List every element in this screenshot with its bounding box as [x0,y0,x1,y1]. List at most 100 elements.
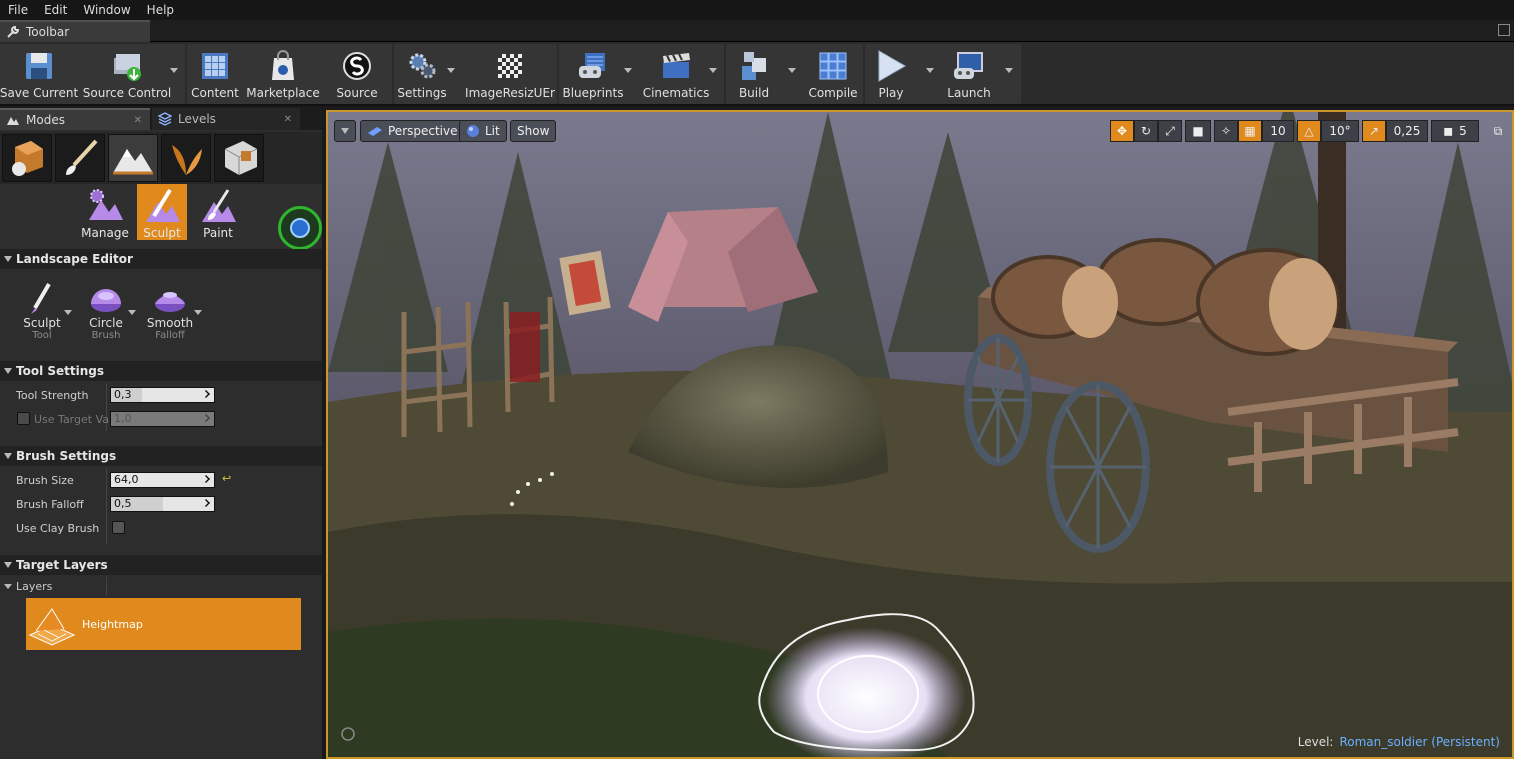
brush-settings-header[interactable]: Brush Settings [0,446,322,466]
paint-mode-tab-button[interactable]: Paint [193,184,243,240]
level-viewport[interactable]: Perspective Lit Show ✥ ↻ ⤢ ■ ✧ ▦ 10 △ 10… [326,110,1514,759]
cursor-highlight-indicator [278,206,322,250]
lit-sphere-icon [467,125,479,137]
translate-mode-button[interactable]: ✥ [1110,120,1134,142]
lit-button[interactable]: Lit [459,120,507,142]
source-control-dropdown-icon[interactable] [170,68,178,73]
settings-dropdown-icon[interactable] [447,68,455,73]
compile-button[interactable]: Compile [807,44,859,100]
collapse-arrow-icon [4,453,12,459]
collapse-arrow-icon [4,562,12,568]
collapse-arrow-icon [4,256,12,262]
tool-selector-sculpt[interactable]: Sculpt Tool [12,282,72,354]
scale-snap-toggle[interactable]: ↗ [1362,120,1386,142]
landscape-mode-button[interactable] [108,134,158,182]
circle-brush-icon [91,289,121,312]
rotate-icon: ↻ [1140,124,1152,138]
expand-arrow-icon [202,414,210,422]
use-clay-brush-checkbox[interactable] [112,521,125,534]
surface-snap-button[interactable]: ✧ [1214,120,1238,142]
launch-icon [954,52,983,79]
build-dropdown-icon[interactable] [788,68,796,73]
tab-levels-label: Levels [178,112,216,126]
brush-size-field[interactable]: 64,0 [110,472,215,488]
column-divider [106,577,107,595]
tool-settings-header[interactable]: Tool Settings [0,361,322,381]
source-code-icon [343,52,371,80]
content-button[interactable]: Content [190,44,240,100]
source-control-icon [114,54,141,81]
expand-arrow-icon [202,475,210,483]
viewport-options-button[interactable] [334,120,356,142]
target-layers-header[interactable]: Target Layers [0,555,322,575]
place-mode-button[interactable] [2,134,52,182]
image-resizuer-button[interactable]: ImageResizUEr [465,44,555,100]
toolbar-tab[interactable]: Toolbar [0,20,150,42]
show-button[interactable]: Show [510,120,557,142]
scale-arrow-icon: ↗ [1368,124,1380,138]
sculpt-mode-button[interactable]: Sculpt [137,184,187,240]
brush-size-label: Brush Size [16,474,74,487]
rotation-snap-toggle[interactable]: △ [1297,120,1321,142]
scale-snap-value[interactable]: 0,25 [1386,120,1428,142]
geometry-mode-button[interactable] [214,134,264,182]
marketplace-button[interactable]: Marketplace [246,44,320,100]
source-button[interactable]: Source [331,44,383,100]
menu-window[interactable]: Window [75,3,138,17]
cursor-icon [290,218,310,238]
close-icon[interactable]: ✕ [284,114,292,125]
blueprints-dropdown-icon[interactable] [624,68,632,73]
tool-selector-brush[interactable]: Circle Brush [76,282,136,354]
heightmap-layer[interactable]: Heightmap [26,598,301,650]
brush-falloff-field[interactable]: 0,5 [110,496,215,512]
tool-selector-falloff[interactable]: Smooth Falloff [140,282,200,354]
restore-window-icon[interactable] [1498,24,1510,36]
paint-mode-button[interactable] [55,134,105,182]
coordinate-space-button[interactable]: ■ [1185,120,1211,142]
layers-label: Layers [16,579,53,593]
save-current-button[interactable]: Save Current [0,44,78,100]
blueprints-button[interactable]: Blueprints [562,44,624,100]
viewport-scene[interactable] [328,112,1512,757]
tool-strength-field[interactable]: 0,3 [110,387,215,403]
grid-snap-toggle[interactable]: ▦ [1238,120,1262,142]
play-button[interactable]: Play [868,44,914,100]
rotation-snap-value[interactable]: 10° [1321,120,1359,142]
use-target-checkbox[interactable] [17,412,30,425]
layers-subheader[interactable]: Layers [0,577,322,595]
play-dropdown-icon[interactable] [926,68,934,73]
menu-file[interactable]: File [0,3,36,17]
tab-levels[interactable]: Levels ✕ [152,108,300,130]
cinematics-dropdown-icon[interactable] [709,68,717,73]
perspective-button[interactable]: Perspective [360,120,465,142]
tab-modes[interactable]: Modes ✕ [0,108,150,130]
source-control-button[interactable]: Source Control [83,44,171,100]
foliage-mode-button[interactable] [161,134,211,182]
modes-panel: Modes ✕ Levels ✕ Manage Sculpt Paint Lan… [0,108,322,759]
menu-help[interactable]: Help [139,3,182,17]
scale-mode-button[interactable]: ⤢ [1158,120,1182,142]
landscape-mode-icon [113,149,153,175]
brush-dropdown-icon[interactable] [128,310,136,315]
editor-modes-bar [0,132,322,184]
grid-snap-value[interactable]: 10 [1262,120,1294,142]
level-label: Level: [1297,735,1334,749]
launch-dropdown-icon[interactable] [1005,68,1013,73]
manage-mode-button[interactable]: Manage [80,184,130,240]
transform-toolbar: ✥ ↻ ⤢ ■ ✧ ▦ 10 △ 10° ↗ 0,25 ◼ 5 ⧉ [1110,120,1509,142]
build-button[interactable]: Build [730,44,778,100]
sculpt-tool-dropdown-icon[interactable] [64,310,72,315]
launch-button[interactable]: Launch [944,44,994,100]
maximize-viewport-button[interactable]: ⧉ [1487,120,1509,142]
close-icon[interactable]: ✕ [134,115,142,126]
menu-edit[interactable]: Edit [36,3,75,17]
falloff-dropdown-icon[interactable] [194,310,202,315]
menu-bar: File Edit Window Help [0,0,1514,20]
landscape-editor-header[interactable]: Landscape Editor [0,249,322,269]
cinematics-button[interactable]: Cinematics [643,44,709,100]
reset-to-default-icon[interactable]: ↩ [222,472,231,485]
settings-button[interactable]: Settings [397,44,447,100]
rotate-mode-button[interactable]: ↻ [1134,120,1158,142]
move-icon: ✥ [1116,124,1128,138]
camera-speed-button[interactable]: ◼ 5 [1431,120,1479,142]
